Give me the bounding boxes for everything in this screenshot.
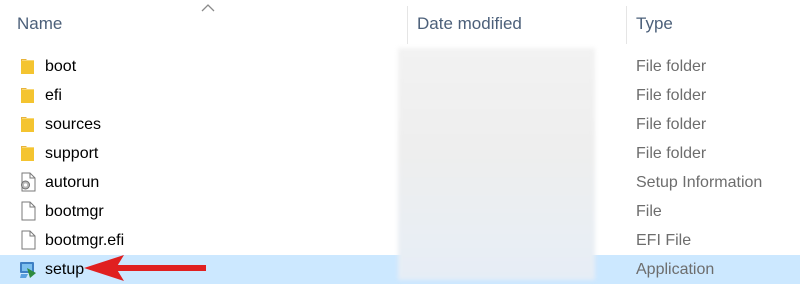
file-name: setup	[45, 261, 85, 278]
file-name: efi	[45, 87, 62, 104]
column-header-type[interactable]: Type	[636, 0, 796, 46]
file-name: bootmgr.efi	[45, 232, 125, 249]
folder-icon	[18, 85, 38, 105]
file-type: Application	[636, 261, 715, 278]
file-type: File folder	[636, 145, 707, 162]
column-divider[interactable]	[626, 6, 627, 44]
file-name: autorun	[45, 174, 100, 191]
column-header-bar: Name Date modified Type	[0, 0, 800, 46]
folder-icon	[18, 143, 38, 163]
file-type: EFI File	[636, 232, 692, 249]
file-name: bootmgr	[45, 203, 104, 220]
column-divider[interactable]	[407, 6, 408, 44]
file-type: File folder	[636, 87, 707, 104]
file-name: boot	[45, 58, 77, 75]
setup-information-icon	[18, 172, 38, 192]
column-header-name[interactable]: Name	[17, 0, 402, 46]
file-icon	[18, 230, 38, 250]
date-modified-redacted	[398, 48, 595, 280]
file-icon	[18, 201, 38, 221]
folder-icon	[18, 56, 38, 76]
column-header-date-modified[interactable]: Date modified	[417, 0, 617, 46]
file-type: File folder	[636, 58, 707, 75]
folder-icon	[18, 114, 38, 134]
file-type: File folder	[636, 116, 707, 133]
file-type: File	[636, 203, 662, 220]
red-arrow-annotation	[84, 255, 206, 281]
file-name: sources	[45, 116, 102, 133]
file-name: support	[45, 145, 99, 162]
setup-application-icon	[18, 259, 38, 279]
file-type: Setup Information	[636, 174, 763, 191]
